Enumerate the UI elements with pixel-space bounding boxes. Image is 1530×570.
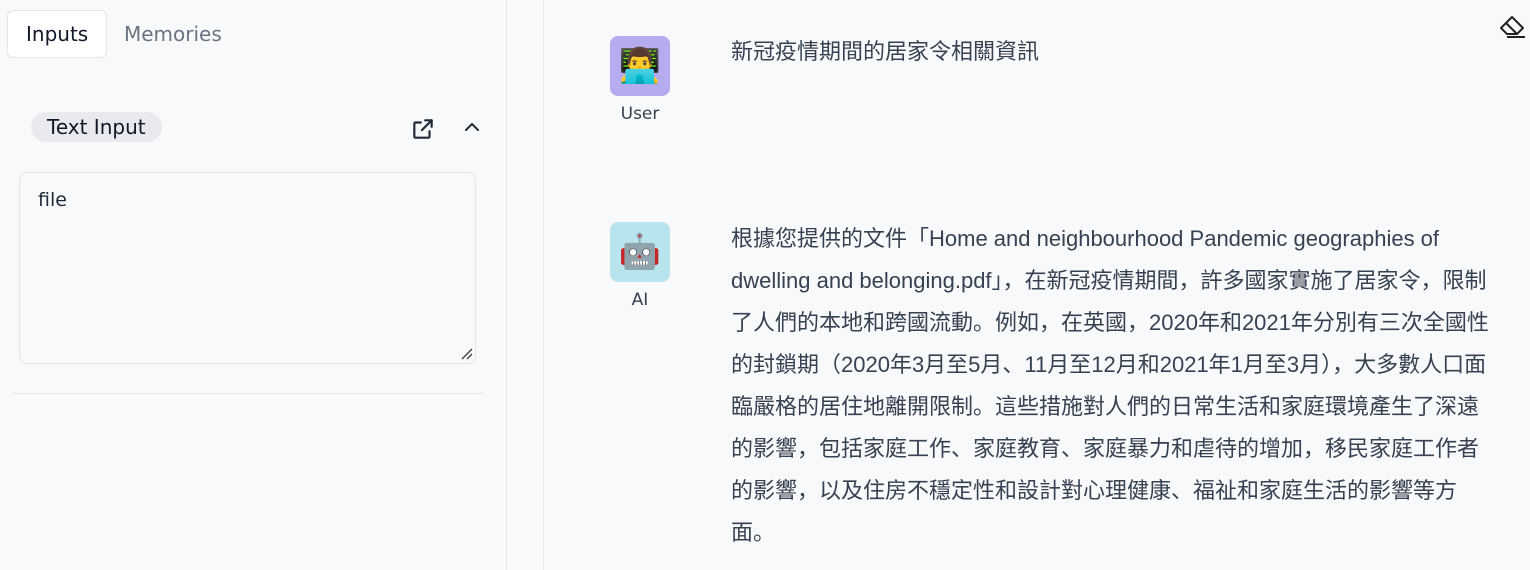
- ai-role-label: AI: [631, 290, 649, 310]
- text-input-field[interactable]: file: [19, 172, 476, 364]
- divider: [13, 393, 483, 394]
- open-external-button[interactable]: [410, 116, 436, 142]
- left-panel: Inputs Memories Text Input file: [0, 0, 507, 570]
- eraser-icon: [1500, 16, 1525, 38]
- resize-handle-icon[interactable]: [459, 346, 473, 360]
- ai-avatar: 🤖: [610, 222, 670, 282]
- user-role-label: User: [620, 104, 660, 124]
- user-message: 新冠疫情期間的居家令相關資訊: [731, 39, 1040, 64]
- ai-message: 根據您提供的文件「Home and neighbourhood Pandemic…: [731, 226, 1489, 545]
- external-link-icon: [413, 119, 433, 139]
- user-avatar: 👨‍💻: [610, 36, 670, 96]
- chevron-up-icon: [465, 123, 479, 131]
- collapse-button[interactable]: [459, 116, 485, 140]
- clear-chat-button[interactable]: [1497, 12, 1527, 40]
- text-input-badge: Text Input: [31, 112, 162, 142]
- tab-inputs[interactable]: Inputs: [7, 10, 108, 58]
- tab-memories[interactable]: Memories: [106, 10, 240, 58]
